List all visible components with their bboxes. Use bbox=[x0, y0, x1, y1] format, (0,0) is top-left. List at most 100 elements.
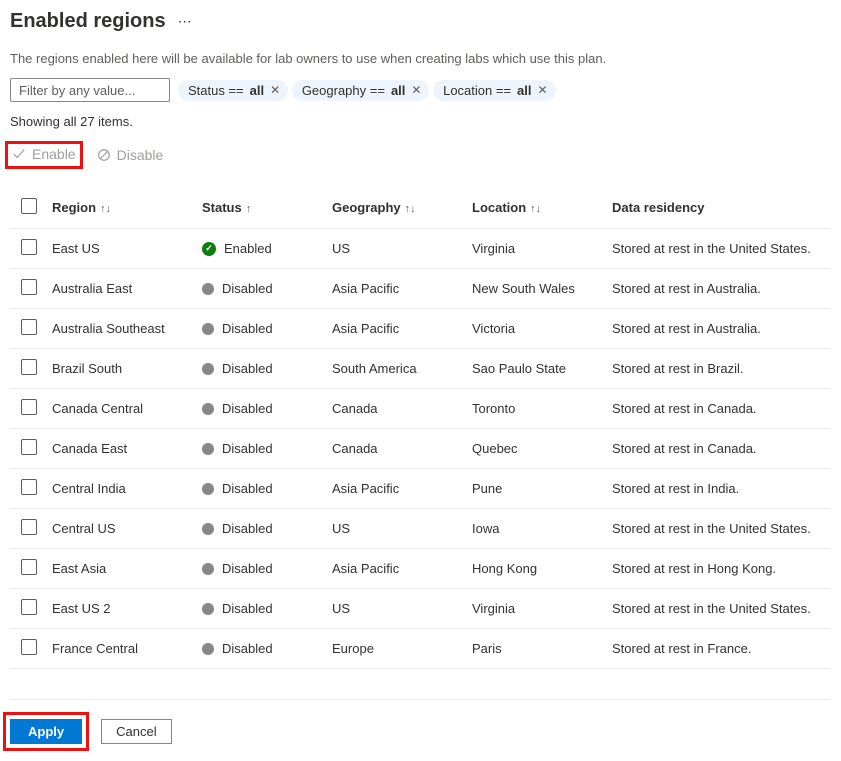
cell-region: East US bbox=[46, 229, 196, 269]
table-row[interactable]: East USEnabledUSVirginiaStored at rest i… bbox=[10, 229, 831, 269]
cell-residency: Stored at rest in India. bbox=[606, 469, 831, 509]
apply-button[interactable]: Apply bbox=[10, 719, 82, 744]
filter-pill[interactable]: Status == all ✕ bbox=[178, 80, 288, 101]
select-all-checkbox[interactable] bbox=[21, 198, 37, 214]
status-disabled-icon bbox=[202, 443, 214, 455]
cell-status: Disabled bbox=[202, 521, 320, 536]
check-icon bbox=[12, 147, 26, 161]
cell-geography: Asia Pacific bbox=[326, 549, 466, 589]
filter-row: Status == all ✕ Geography == all✕ Locatio… bbox=[10, 78, 831, 102]
col-status-header[interactable]: Status↑ bbox=[196, 187, 326, 229]
cell-status: Disabled bbox=[202, 601, 320, 616]
cell-geography: US bbox=[326, 509, 466, 549]
sort-icon: ↑↓ bbox=[530, 203, 541, 215]
cell-location: Paris bbox=[466, 629, 606, 669]
cell-residency: Stored at rest in the United States. bbox=[606, 229, 831, 269]
table-row[interactable]: Brazil SouthDisabledSouth AmericaSao Pau… bbox=[10, 349, 831, 389]
cell-status: Disabled bbox=[202, 441, 320, 456]
disable-button[interactable]: Disable bbox=[97, 147, 164, 163]
cell-region: Central India bbox=[46, 469, 196, 509]
cell-geography: US bbox=[326, 589, 466, 629]
table-row[interactable]: Canada EastDisabledCanadaQuebecStored at… bbox=[10, 429, 831, 469]
pill-key: Status == bbox=[188, 83, 244, 98]
row-checkbox[interactable] bbox=[21, 479, 37, 495]
page-title: Enabled regions bbox=[10, 10, 166, 33]
enable-button[interactable]: Enable bbox=[12, 146, 76, 162]
status-disabled-icon bbox=[202, 483, 214, 495]
pill-key: Location == bbox=[443, 83, 511, 98]
cell-location: Virginia bbox=[466, 229, 606, 269]
enable-label: Enable bbox=[32, 146, 76, 162]
item-count: Showing all 27 items. bbox=[10, 114, 831, 129]
row-checkbox[interactable] bbox=[21, 319, 37, 335]
cell-status: Disabled bbox=[202, 281, 320, 296]
row-checkbox[interactable] bbox=[21, 399, 37, 415]
cell-status: Disabled bbox=[202, 401, 320, 416]
row-checkbox[interactable] bbox=[21, 359, 37, 375]
sort-asc-icon: ↑ bbox=[246, 203, 252, 215]
status-disabled-icon bbox=[202, 363, 214, 375]
col-residency-header[interactable]: Data residency bbox=[606, 187, 831, 229]
row-checkbox[interactable] bbox=[21, 519, 37, 535]
cell-geography: South America bbox=[326, 349, 466, 389]
cell-region: Canada Central bbox=[46, 389, 196, 429]
close-icon[interactable]: ✕ bbox=[538, 83, 548, 97]
close-icon[interactable]: ✕ bbox=[411, 83, 421, 97]
status-enabled-icon bbox=[202, 242, 216, 256]
cell-location: Quebec bbox=[466, 429, 606, 469]
cell-residency: Stored at rest in Canada. bbox=[606, 389, 831, 429]
table-row[interactable]: East US 2DisabledUSVirginiaStored at res… bbox=[10, 589, 831, 629]
cell-geography: Asia Pacific bbox=[326, 309, 466, 349]
status-disabled-icon bbox=[202, 323, 214, 335]
filter-pill[interactable]: Location == all✕ bbox=[433, 80, 555, 101]
table-row[interactable]: Central USDisabledUSIowaStored at rest i… bbox=[10, 509, 831, 549]
cell-geography: US bbox=[326, 229, 466, 269]
row-checkbox[interactable] bbox=[21, 239, 37, 255]
col-region-header[interactable]: Region↑↓ bbox=[46, 187, 196, 229]
row-checkbox[interactable] bbox=[21, 439, 37, 455]
row-checkbox[interactable] bbox=[21, 559, 37, 575]
status-disabled-icon bbox=[202, 523, 214, 535]
status-disabled-icon bbox=[202, 283, 214, 295]
cell-region: East Asia bbox=[46, 549, 196, 589]
sort-icon: ↑↓ bbox=[405, 203, 416, 215]
table-row[interactable]: Australia EastDisabledAsia PacificNew So… bbox=[10, 269, 831, 309]
table-row[interactable]: Canada CentralDisabledCanadaTorontoStore… bbox=[10, 389, 831, 429]
cell-location: Toronto bbox=[466, 389, 606, 429]
cell-residency: Stored at rest in Brazil. bbox=[606, 349, 831, 389]
pill-value: all bbox=[250, 83, 264, 98]
col-location-header[interactable]: Location↑↓ bbox=[466, 187, 606, 229]
table-row[interactable]: East AsiaDisabledAsia PacificHong KongSt… bbox=[10, 549, 831, 589]
cancel-button[interactable]: Cancel bbox=[101, 719, 171, 744]
filter-input[interactable] bbox=[10, 78, 170, 102]
sort-icon: ↑↓ bbox=[100, 203, 111, 215]
table-row[interactable]: Central IndiaDisabledAsia PacificPuneSto… bbox=[10, 469, 831, 509]
table-row[interactable]: Australia SoutheastDisabledAsia PacificV… bbox=[10, 309, 831, 349]
cell-status: Disabled bbox=[202, 481, 320, 496]
cell-region: France Central bbox=[46, 629, 196, 669]
cell-residency: Stored at rest in Australia. bbox=[606, 309, 831, 349]
cell-location: Sao Paulo State bbox=[466, 349, 606, 389]
status-disabled-icon bbox=[202, 403, 214, 415]
more-icon[interactable]: ⋯ bbox=[178, 13, 192, 30]
status-disabled-icon bbox=[202, 603, 214, 615]
row-checkbox[interactable] bbox=[21, 639, 37, 655]
cell-location: Virginia bbox=[466, 589, 606, 629]
col-geography-header[interactable]: Geography↑↓ bbox=[326, 187, 466, 229]
cell-location: Victoria bbox=[466, 309, 606, 349]
cell-residency: Stored at rest in France. bbox=[606, 629, 831, 669]
filter-pill[interactable]: Geography == all✕ bbox=[292, 80, 430, 101]
table-row[interactable]: France CentralDisabledEuropeParisStored … bbox=[10, 629, 831, 669]
status-disabled-icon bbox=[202, 643, 214, 655]
cell-residency: Stored at rest in Australia. bbox=[606, 269, 831, 309]
cell-residency: Stored at rest in Canada. bbox=[606, 429, 831, 469]
row-checkbox[interactable] bbox=[21, 599, 37, 615]
cell-residency: Stored at rest in Hong Kong. bbox=[606, 549, 831, 589]
cell-region: Canada East bbox=[46, 429, 196, 469]
page-description: The regions enabled here will be availab… bbox=[10, 51, 831, 66]
cell-geography: Asia Pacific bbox=[326, 469, 466, 509]
cell-region: Australia Southeast bbox=[46, 309, 196, 349]
cell-status: Disabled bbox=[202, 561, 320, 576]
row-checkbox[interactable] bbox=[21, 279, 37, 295]
close-icon[interactable]: ✕ bbox=[270, 83, 280, 97]
